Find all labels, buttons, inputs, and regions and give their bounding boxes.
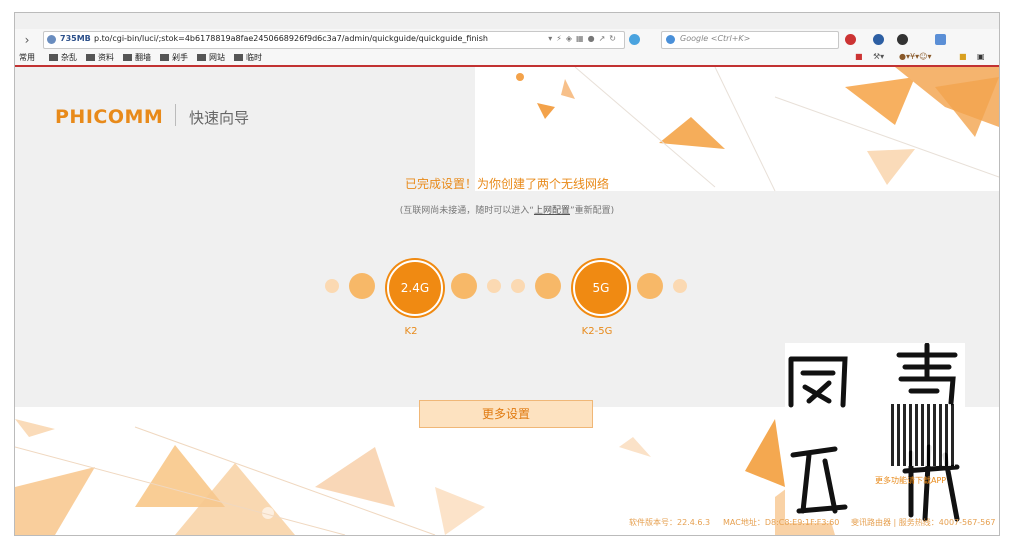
triangle — [659, 117, 725, 149]
extension-icon[interactable] — [629, 34, 640, 45]
phicomm-logo: PHICOMM — [55, 106, 164, 128]
decorative-dot — [451, 273, 477, 299]
page-title: 快速向导 — [189, 109, 250, 127]
folder-icon — [49, 54, 58, 61]
triangle — [15, 467, 95, 535]
site-globe-icon — [47, 35, 56, 44]
tools-icon[interactable]: ⚒▾ — [873, 52, 884, 61]
bookmark-folder[interactable]: 杂乱 — [49, 52, 77, 63]
address-bar-icons[interactable]: ▾⚡◈▦●↗↻ — [548, 34, 620, 43]
puzzle-icon[interactable]: ■ — [959, 52, 967, 61]
back-arrow-icon[interactable]: › — [19, 32, 35, 48]
bookmark-label: 剁手 — [172, 53, 188, 62]
bookmark-label: 翻墙 — [135, 53, 151, 62]
window-icon[interactable] — [935, 34, 946, 45]
extension-icons[interactable]: ●▾¥▾☺▾ — [899, 52, 931, 61]
adblock-icon[interactable] — [845, 34, 856, 45]
decorative-dot — [487, 279, 501, 293]
header-divider — [175, 104, 176, 126]
grid-icon[interactable]: ▣ — [977, 52, 985, 61]
triangle — [561, 79, 575, 99]
url-text[interactable]: p.to/cgi-bin/luci/;stok=4b6178819a8fae24… — [94, 34, 488, 43]
triangle-line — [714, 67, 776, 192]
glyph-stroke — [790, 446, 848, 514]
more-settings-button[interactable]: 更多设置 — [419, 400, 593, 428]
status-subline: (互联网尚未接通，随时可以进入“上网配置”重新配置) — [15, 203, 999, 216]
bookmark-label: 资料 — [98, 53, 114, 62]
triangle — [15, 419, 55, 437]
folder-icon — [234, 54, 243, 61]
search-placeholder: Google <Ctrl+K> — [680, 34, 751, 43]
network-name-k2: K2 — [404, 326, 418, 337]
decorative-dot — [511, 279, 525, 293]
bookmark-label: 常用 — [19, 53, 35, 62]
app-download-label: 更多功能请下载APP — [875, 476, 947, 485]
subline-prefix: (互联网尚未接通，随时可以进入“ — [399, 206, 534, 216]
completion-headline: 已完成设置！为你创建了两个无线网络 — [404, 177, 609, 191]
bookmark-folder[interactable]: 剁手 — [160, 52, 188, 63]
network-name-k2-5g: K2-5G — [581, 326, 613, 337]
triangle-dot — [516, 73, 524, 81]
bookmark-label: 杂乱 — [61, 53, 77, 62]
bookmark-label: 网站 — [209, 53, 225, 62]
decorative-dot — [535, 273, 561, 299]
triangle — [435, 487, 485, 535]
glyph-stroke — [896, 343, 958, 406]
router-page: PHICOMM 快速向导 已完成设置！为你创建了两个无线网络 (互联网尚未接通，… — [15, 67, 999, 535]
history-icon[interactable] — [897, 34, 908, 45]
decorative-dot — [349, 273, 375, 299]
triangle — [845, 77, 915, 125]
memory-indicator: 735MB — [60, 34, 91, 43]
triangle — [745, 419, 785, 487]
lock-icon[interactable]: ■ — [855, 52, 863, 61]
search-box[interactable]: Google <Ctrl+K> — [661, 31, 839, 49]
navigation-toolbar: › 735MB p.to/cgi-bin/luci/;stok=4b617881… — [15, 29, 999, 52]
bookmark-folder[interactable]: 资料 — [86, 52, 114, 63]
bookmark-folder[interactable]: 翻墙 — [123, 52, 151, 63]
sync-icon[interactable] — [873, 34, 884, 45]
triangle — [315, 447, 395, 507]
folder-icon — [197, 54, 206, 61]
google-icon — [666, 35, 675, 44]
decorative-dot — [325, 279, 339, 293]
bookmark-folder[interactable]: 网站 — [197, 52, 225, 63]
bookmark-item[interactable]: 常用 — [19, 52, 35, 63]
service-hotline: 斐讯路由器 | 服务热线：4007-567-567 — [851, 518, 996, 527]
mac-address: MAC地址：D8:C8:E9:1F:F3:60 — [723, 518, 840, 527]
browser-window: › 735MB p.to/cgi-bin/luci/;stok=4b617881… — [14, 12, 1000, 536]
address-bar[interactable]: 735MB p.to/cgi-bin/luci/;stok=4b6178819a… — [43, 31, 625, 49]
folder-icon — [160, 54, 169, 61]
internet-config-link[interactable]: 上网配置 — [534, 206, 570, 216]
subline-suffix: ”重新配置) — [570, 206, 615, 216]
triangle — [537, 103, 555, 119]
decorative-dot — [637, 273, 663, 299]
folder-icon — [86, 54, 95, 61]
network-band-24g: 2.4G — [387, 260, 443, 316]
folder-icon — [123, 54, 132, 61]
decorative-dot — [673, 279, 687, 293]
firmware-version: 软件版本号：22.4.6.3 — [629, 518, 711, 527]
qr-code-icon — [891, 404, 955, 466]
bookmarks-bar: 常用 杂乱 资料 翻墙 剁手 网站 临时 ■ ⚒▾ ●▾¥▾☺▾ ■ ▣ — [15, 51, 999, 67]
bookmark-label: 临时 — [246, 53, 262, 62]
triangle — [619, 437, 651, 457]
network-band-5g: 5G — [573, 260, 629, 316]
glyph-stroke — [788, 356, 848, 408]
bookmark-folder[interactable]: 临时 — [234, 52, 262, 63]
